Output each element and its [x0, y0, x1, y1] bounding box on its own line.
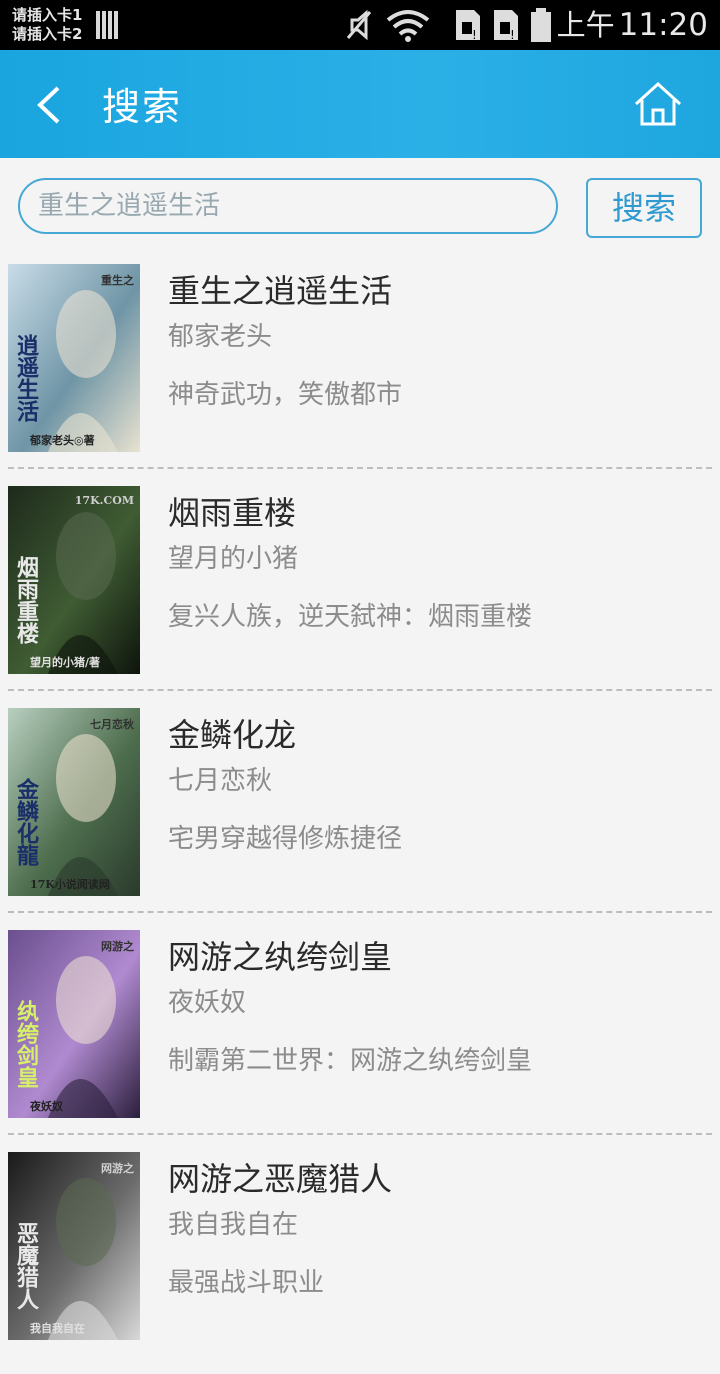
book-list-item[interactable]: 金鳞化龍 七月恋秋 17K小说阅读网 金鳞化龙 七月恋秋 宅男穿越得修炼捷径: [0, 708, 720, 930]
book-list-item[interactable]: 烟雨重楼 17K.COM 望月的小猪/著 烟雨重楼 望月的小猪 复兴人族，逆天弑神：烟雨重…: [0, 486, 720, 708]
book-cover-author: 望月的小猪/著: [30, 656, 101, 669]
book-cover-subtitle: 重生之: [101, 274, 134, 287]
book-title: 金鳞化龙: [168, 716, 297, 754]
book-cover-subtitle: 七月恋秋: [90, 718, 134, 731]
sim-card-2-icon: !: [494, 10, 518, 42]
book-cover-author: 郁家老头◎著: [30, 434, 95, 447]
search-button[interactable]: 搜索: [586, 178, 702, 238]
sim-status-line-1: 请插入卡1: [12, 6, 83, 24]
sim-status: 请插入卡1 请插入卡2: [12, 6, 82, 44]
action-bar: 搜索: [0, 50, 720, 158]
book-cover-title: 恶魔猎人: [13, 1222, 39, 1310]
status-time: 11:20: [618, 7, 708, 43]
list-divider: [8, 911, 712, 913]
sim-status-line-2: 请插入卡2: [12, 25, 83, 43]
status-bar: 请插入卡1 请插入卡2 ! ! 上午 11:20: [0, 0, 720, 50]
book-cover-author: 17K小说阅读网: [30, 878, 110, 891]
home-button[interactable]: [632, 80, 684, 128]
search-input[interactable]: 重生之逍遥生活: [18, 178, 558, 234]
book-description: 神奇武功，笑傲都市: [168, 380, 403, 410]
book-cover-image: 恶魔猎人 网游之我自我自在: [8, 1152, 140, 1340]
book-author: 我自我自在: [168, 1210, 299, 1240]
sim-card-1-icon: !: [456, 10, 480, 42]
book-author: 夜妖奴: [168, 988, 247, 1018]
book-cover-subtitle: 网游之: [101, 1162, 134, 1175]
home-icon: [634, 81, 682, 126]
mute-icon: [346, 9, 372, 41]
book-title: 网游之纨绔剑皇: [168, 938, 393, 976]
book-cover-title: 金鳞化龍: [13, 778, 39, 866]
list-divider: [8, 467, 712, 469]
book-cover-subtitle: 17K.COM: [74, 494, 134, 507]
book-author: 望月的小猪: [168, 544, 299, 574]
book-cover-title: 逍遥生活: [13, 334, 39, 422]
book-list-item[interactable]: 纨绔剑皇 网游之 夜妖奴 网游之纨绔剑皇 夜妖奴 制霸第二世界：网游之纨绔剑皇: [0, 930, 720, 1152]
book-cover-image: 纨绔剑皇 网游之夜妖奴: [8, 930, 140, 1118]
signal-icon: [96, 11, 120, 39]
book-description: 最强战斗职业: [168, 1268, 325, 1298]
book-cover-image: 金鳞化龍 七月恋秋 17K小说阅读网: [8, 708, 140, 896]
book-cover-author: 夜妖奴: [30, 1100, 63, 1113]
status-clock: 上午 11:20: [557, 6, 708, 44]
chevron-left-icon: [37, 86, 60, 124]
status-ampm: 上午: [556, 8, 615, 42]
back-button[interactable]: [30, 80, 74, 130]
page-title: 搜索: [102, 85, 183, 129]
book-cover-subtitle: 网游之: [101, 940, 134, 953]
book-description: 宅男穿越得修炼捷径: [168, 824, 403, 854]
book-list-item[interactable]: 逍遥生活 重生之 郁家老头◎著 重生之逍遥生活 郁家老头 神奇武功，笑傲都市: [0, 264, 720, 486]
book-cover-image: 烟雨重楼 17K.COM 望月的小猪/著: [8, 486, 140, 674]
list-divider: [8, 1133, 712, 1135]
book-title: 网游之恶魔猎人: [168, 1160, 393, 1198]
book-description: 制霸第二世界：网游之纨绔剑皇: [168, 1046, 533, 1076]
book-title: 重生之逍遥生活: [168, 272, 393, 310]
book-cover-author: 我自我自在: [30, 1322, 85, 1335]
book-title: 烟雨重楼: [168, 494, 297, 532]
svg-text:!: !: [472, 28, 477, 42]
book-cover-image: 逍遥生活 重生之郁家老头◎著: [8, 264, 140, 452]
book-cover-title: 烟雨重楼: [13, 556, 39, 644]
list-divider: [8, 689, 712, 691]
book-author: 七月恋秋: [168, 766, 273, 796]
book-cover-title: 纨绔剑皇: [13, 1000, 39, 1088]
svg-text:!: !: [510, 28, 515, 42]
battery-icon: [531, 8, 551, 42]
book-author: 郁家老头: [168, 322, 273, 352]
wifi-icon: [386, 10, 430, 42]
book-list-item[interactable]: 恶魔猎人 网游之 我自我自在 网游之恶魔猎人 我自我自在 最强战斗职业: [0, 1152, 720, 1374]
book-description: 复兴人族，逆天弑神：烟雨重楼: [168, 602, 533, 632]
